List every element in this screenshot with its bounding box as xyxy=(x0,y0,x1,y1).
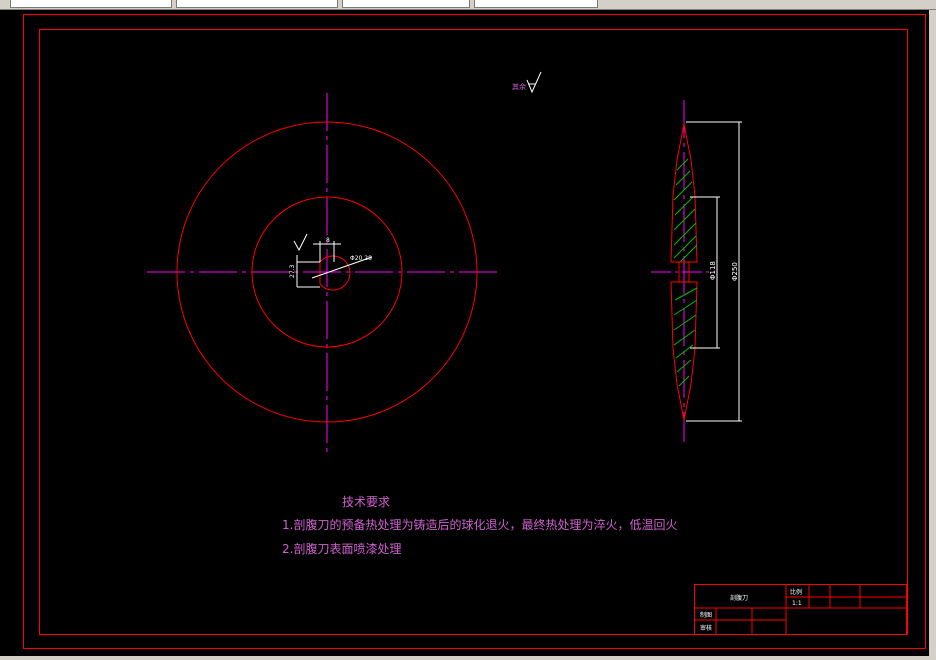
cad-application: 其余 8 27.3 Φ20.28 Φ118 Φ250 技术要求 1.剖腹刀的预备… xyxy=(0,0,936,660)
toolbar-dropdown-2[interactable] xyxy=(176,0,338,8)
surface-symbol-label: 其余 xyxy=(512,82,526,91)
dim-outer-diameter-text: Φ250 xyxy=(731,262,739,281)
toolbar-dropdown-4[interactable] xyxy=(474,0,598,8)
dim-bore-width-text: 8 xyxy=(326,237,330,244)
title-block-checked-label: 审核 xyxy=(700,624,712,632)
notes-title: 技术要求 xyxy=(342,495,390,509)
window-right-edge xyxy=(929,10,936,660)
title-block-part-name: 剖腹刀 xyxy=(730,594,748,602)
title-block-scale-label: 比例 xyxy=(790,588,802,596)
dim-bore-height-text: 27.3 xyxy=(289,264,296,278)
canvas-background xyxy=(0,10,930,656)
cad-toolbar xyxy=(0,0,936,10)
toolbar-dropdown-3[interactable] xyxy=(342,0,470,8)
toolbar-dropdown-1[interactable] xyxy=(10,0,172,8)
title-block-scale-value: 1:1 xyxy=(792,600,802,607)
drawing-canvas[interactable]: 其余 8 27.3 Φ20.28 Φ118 Φ250 技术要求 1.剖腹刀的预备… xyxy=(0,10,930,656)
dim-bore-diameter-text: Φ20.28 xyxy=(350,255,372,262)
dim-inner-diameter-text: Φ118 xyxy=(709,261,717,280)
title-block-drawn-label: 制图 xyxy=(700,611,712,619)
notes-line-2: 2.剖腹刀表面喷漆处理 xyxy=(282,542,401,556)
notes-line-1: 1.剖腹刀的预备热处理为铸造后的球化退火，最终热处理为淬火，低温回火 xyxy=(282,517,677,532)
window-bottom-edge xyxy=(0,656,936,660)
